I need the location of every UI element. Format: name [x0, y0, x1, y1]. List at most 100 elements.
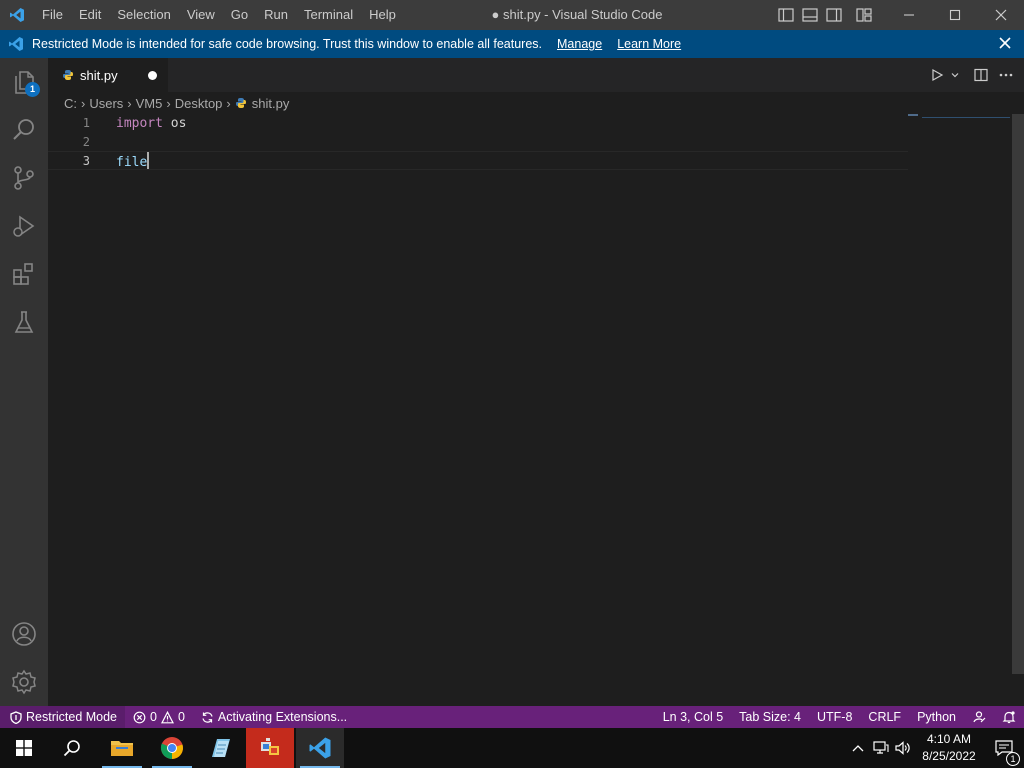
taskbar-search-icon[interactable] [48, 728, 96, 768]
sync-icon [202, 711, 213, 723]
error-count: 0 [150, 710, 157, 724]
remote-app-taskbar-icon[interactable] [246, 728, 294, 768]
encoding[interactable]: UTF-8 [809, 706, 860, 728]
code-line: 2 [48, 133, 908, 152]
keyword-token: import [116, 116, 163, 131]
breadcrumb-vm5[interactable]: VM5 [136, 96, 163, 111]
breadcrumb-users[interactable]: Users [89, 96, 123, 111]
shield-icon [10, 710, 22, 724]
warning-count: 0 [177, 710, 185, 724]
customize-layout-icon[interactable] [854, 0, 874, 30]
breadcrumb-drive[interactable]: C: [64, 96, 77, 111]
code-editor[interactable]: 1 import os 2 3 file [48, 114, 1010, 706]
window-controls [886, 0, 1024, 30]
close-window-icon[interactable] [978, 0, 1024, 30]
windows-taskbar: 4:10 AM 8/25/2022 1 [0, 728, 1024, 768]
python-file-icon [62, 69, 74, 81]
warning-icon [160, 710, 174, 723]
action-center-icon[interactable]: 1 [984, 740, 1024, 766]
toggle-secondary-sidebar-icon[interactable] [824, 0, 844, 30]
explorer-badge: 1 [25, 82, 40, 97]
settings-gear-icon[interactable] [0, 658, 48, 706]
menu-view[interactable]: View [179, 0, 223, 30]
identifier-token: file [116, 155, 148, 170]
restricted-mode-banner: Restricted Mode is intended for safe cod… [0, 30, 1024, 58]
status-bar: Restricted Mode 0 0 Activating Extension… [0, 706, 1024, 728]
explorer-icon[interactable]: 1 [0, 58, 48, 106]
line-number: 1 [82, 116, 90, 130]
close-banner-icon[interactable] [998, 36, 1012, 50]
minimap-indicator [908, 114, 918, 116]
toggle-panel-icon[interactable] [800, 0, 820, 30]
menu-selection[interactable]: Selection [109, 0, 178, 30]
accounts-icon[interactable] [0, 610, 48, 658]
identifier-token: os [162, 116, 187, 131]
activating-label: Activating Extensions... [217, 710, 348, 724]
search-icon[interactable] [0, 106, 48, 154]
breadcrumb-file[interactable]: shit.py [252, 96, 290, 111]
clock[interactable]: 4:10 AM 8/25/2022 [914, 731, 984, 765]
unsaved-dot-icon[interactable] [148, 71, 157, 80]
menu-file[interactable]: File [34, 0, 71, 30]
testing-icon[interactable] [0, 298, 48, 346]
run-dropdown-chevron-icon[interactable] [950, 58, 960, 92]
chrome-taskbar-icon[interactable] [148, 728, 196, 768]
breadcrumb: C: › Users › VM5 › Desktop › shit.py [48, 92, 1024, 114]
clock-time: 4:10 AM [926, 732, 972, 746]
line-number: 3 [82, 154, 90, 168]
system-tray: 4:10 AM 8/25/2022 1 [846, 728, 1024, 768]
menu-help[interactable]: Help [361, 0, 404, 30]
menu-bar: File Edit Selection View Go Run Terminal… [34, 0, 404, 30]
toggle-primary-sidebar-icon[interactable] [776, 0, 796, 30]
feedback-icon[interactable] [964, 706, 994, 728]
editor-actions [930, 58, 1014, 92]
line-number: 2 [82, 135, 90, 149]
menu-edit[interactable]: Edit [71, 0, 109, 30]
menu-terminal[interactable]: Terminal [296, 0, 361, 30]
split-editor-icon[interactable] [974, 58, 988, 92]
manage-link[interactable]: Manage [557, 37, 602, 51]
language-mode[interactable]: Python [909, 706, 964, 728]
code-line-current: 3 file [48, 151, 908, 170]
activating-extensions-status[interactable]: Activating Extensions... [193, 706, 355, 728]
chevron-right-icon: › [81, 95, 86, 111]
tab-label: shit.py [80, 67, 118, 83]
tab-shit-py[interactable]: shit.py [48, 58, 168, 92]
restricted-mode-status[interactable]: Restricted Mode [0, 706, 126, 728]
extensions-icon[interactable] [0, 250, 48, 298]
menu-go[interactable]: Go [223, 0, 256, 30]
layout-controls [776, 0, 874, 30]
run-python-file-icon[interactable] [930, 58, 944, 92]
vertical-scrollbar[interactable] [1012, 114, 1024, 674]
breadcrumb-desktop[interactable]: Desktop [175, 96, 223, 111]
file-explorer-taskbar-icon[interactable] [98, 728, 146, 768]
source-control-icon[interactable] [0, 154, 48, 202]
network-icon[interactable] [870, 741, 892, 755]
chevron-right-icon: › [166, 95, 171, 111]
notification-count-badge: 1 [1006, 752, 1020, 766]
text-cursor [147, 152, 150, 169]
code-line: 1 import os [48, 114, 908, 133]
maximize-icon[interactable] [932, 0, 978, 30]
notifications-bell-icon[interactable] [994, 706, 1024, 728]
minimap-indicator [922, 117, 1010, 118]
learn-more-link[interactable]: Learn More [617, 37, 681, 51]
more-actions-icon[interactable] [998, 58, 1014, 92]
volume-icon[interactable] [892, 741, 914, 755]
vscode-banner-icon [0, 36, 32, 52]
cursor-position[interactable]: Ln 3, Col 5 [655, 706, 731, 728]
end-of-line[interactable]: CRLF [860, 706, 909, 728]
error-icon [133, 711, 146, 723]
vscode-taskbar-icon[interactable] [296, 728, 344, 768]
menu-run[interactable]: Run [256, 0, 296, 30]
activity-bar: 1 [0, 58, 48, 706]
clock-date: 8/25/2022 [922, 749, 976, 763]
problems-status[interactable]: 0 0 [125, 706, 193, 728]
restricted-mode-label: Restricted Mode [26, 710, 118, 724]
tab-size[interactable]: Tab Size: 4 [731, 706, 809, 728]
notepad-taskbar-icon[interactable] [196, 728, 244, 768]
show-hidden-icons-chevron-icon[interactable] [846, 744, 870, 752]
windows-start-icon[interactable] [0, 728, 48, 768]
minimize-icon[interactable] [886, 0, 932, 30]
run-debug-icon[interactable] [0, 202, 48, 250]
